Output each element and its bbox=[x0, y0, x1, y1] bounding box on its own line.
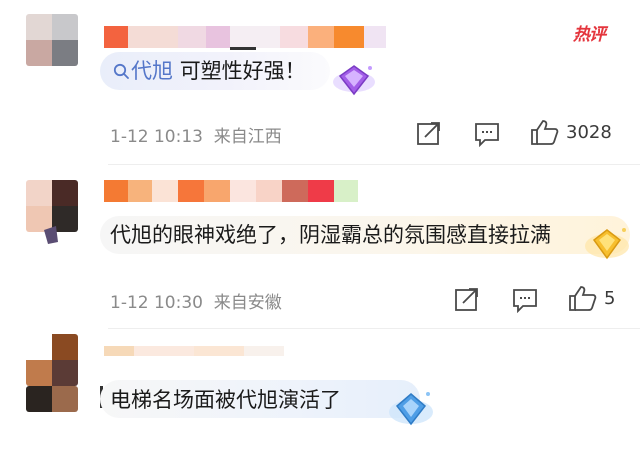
name-bar bbox=[230, 47, 256, 50]
comment-item-3: 电梯名场面被代旭演活了 bbox=[0, 330, 640, 452]
avatar-decoration-icon bbox=[44, 226, 58, 244]
share-icon[interactable] bbox=[416, 120, 442, 146]
like-count: 5 bbox=[604, 288, 616, 309]
thumbs-up-icon[interactable] bbox=[568, 284, 598, 312]
topic-link[interactable]: 代旭 bbox=[113, 59, 180, 83]
gold-gem-badge-icon bbox=[585, 228, 629, 260]
comment-body: 可塑性好强！ bbox=[179, 59, 306, 83]
blue-gem-badge-icon bbox=[389, 392, 433, 426]
username-mosaic[interactable] bbox=[104, 180, 364, 202]
topic-link-label[interactable]: 代旭 bbox=[131, 59, 173, 83]
comment-body: 电梯名场面被代旭演活了 bbox=[110, 388, 341, 412]
comment-meta: 1-12 10:13 来自江西 bbox=[110, 122, 282, 147]
avatar[interactable] bbox=[26, 14, 78, 66]
divider bbox=[108, 328, 640, 329]
comment-text: 代旭 可塑性好强！ bbox=[113, 58, 306, 84]
comment-body: 代旭的眼神戏绝了，阴湿霸总的氛围感直接拉满 bbox=[110, 223, 551, 247]
comment-icon[interactable] bbox=[511, 287, 539, 313]
username-mosaic[interactable] bbox=[104, 346, 304, 356]
comment-time: 1-12 10:13 bbox=[110, 127, 203, 147]
comment-icon[interactable] bbox=[473, 121, 501, 147]
avatar[interactable] bbox=[26, 334, 78, 386]
comment-item-2: 代旭的眼神戏绝了，阴湿霸总的氛围感直接拉满 1-12 10:30 来自安徽 5 bbox=[0, 170, 640, 330]
comment-text: 电梯名场面被代旭演活了 bbox=[110, 387, 341, 413]
like-count: 3028 bbox=[566, 122, 612, 143]
purple-gem-badge-icon bbox=[333, 65, 375, 96]
search-icon bbox=[113, 63, 129, 79]
divider bbox=[108, 164, 640, 165]
comment-time: 1-12 10:30 bbox=[110, 293, 203, 313]
comment-item-1: 代旭 可塑性好强！ 1-12 10:13 来自江西 3028 bbox=[0, 0, 640, 170]
comment-meta: 1-12 10:30 来自安徽 bbox=[110, 288, 282, 313]
comment-location: 来自江西 bbox=[213, 127, 282, 147]
avatar-lower bbox=[26, 386, 78, 412]
thumbs-up-icon[interactable] bbox=[530, 118, 560, 146]
share-icon[interactable] bbox=[454, 286, 480, 312]
comment-location: 来自安徽 bbox=[213, 293, 282, 313]
comment-text: 代旭的眼神戏绝了，阴湿霸总的氛围感直接拉满 bbox=[110, 222, 551, 248]
username-mosaic[interactable] bbox=[104, 26, 386, 48]
